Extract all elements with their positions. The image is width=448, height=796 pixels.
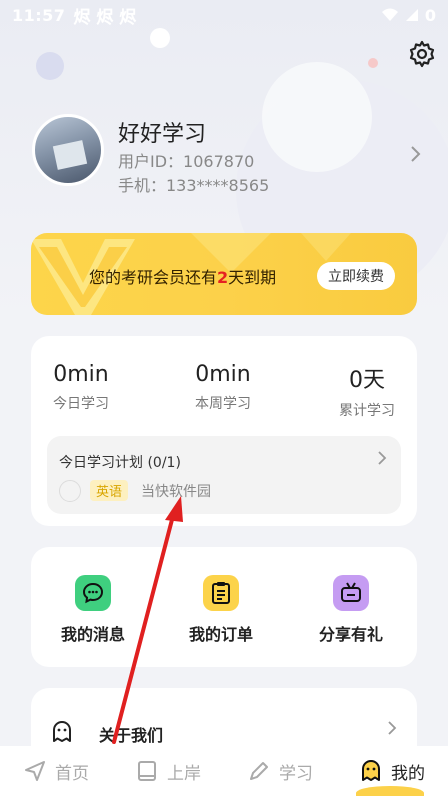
- status-notification-icons: 烬 烬 烬: [73, 7, 137, 28]
- stat-value: 0天: [349, 368, 385, 393]
- status-bar: 11:57 烬 烬 烬 0: [0, 0, 448, 30]
- book-icon: [138, 761, 156, 781]
- tv-gift-icon: [333, 575, 369, 611]
- message-icon: [75, 575, 111, 611]
- my-messages-button[interactable]: 我的消息: [43, 575, 143, 645]
- status-right-icons: 0: [381, 6, 436, 25]
- stat-total: 0天 累计学习: [307, 362, 427, 420]
- decor-circle: [150, 28, 170, 48]
- avatar-image-detail: [52, 140, 88, 170]
- send-icon: [25, 761, 45, 781]
- today-plan[interactable]: 今日学习计划 (0/1) 英语 当快软件园: [47, 436, 401, 514]
- vip-expiry-text: 您的考研会员还有2天到期: [89, 264, 276, 288]
- actions-card: 我的消息 我的订单 分享有礼: [31, 547, 417, 667]
- share-gift-button[interactable]: 分享有礼: [301, 575, 401, 645]
- menu-item-about[interactable]: 关于我们: [51, 720, 397, 745]
- profile-user-id: 用户ID：1067870: [118, 152, 255, 171]
- menu-item-label: 关于我们: [99, 726, 164, 745]
- vip-text-after: 天到期: [228, 268, 277, 287]
- tab-label: 上岸: [167, 763, 201, 784]
- wifi-icon: [381, 8, 398, 21]
- battery-level: 0: [424, 5, 436, 25]
- profile-name: 好好学习: [118, 122, 207, 147]
- tab-home[interactable]: 首页: [0, 746, 112, 796]
- clipboard-icon: [203, 575, 239, 611]
- stat-label: 本周学习: [195, 396, 251, 412]
- active-tab-indicator: [356, 786, 424, 796]
- status-time: 11:57: [12, 5, 66, 25]
- renew-button[interactable]: 立即续费: [317, 262, 395, 290]
- chevron-right-icon: [377, 450, 387, 469]
- ghost-icon: [362, 760, 380, 781]
- tab-landing[interactable]: 上岸: [112, 746, 224, 796]
- vip-banner[interactable]: 您的考研会员还有2天到期 立即续费: [31, 233, 417, 315]
- tab-label: 首页: [55, 763, 89, 784]
- profile-section[interactable]: 好好学习 用户ID：1067870 手机：133****8565: [32, 114, 422, 195]
- stat-value: 0min: [53, 362, 109, 387]
- plan-subject-tag: 英语: [90, 480, 129, 501]
- chevron-right-icon: [410, 144, 422, 168]
- stat-week: 0min 本周学习: [163, 362, 283, 413]
- stat-value: 0min: [195, 362, 251, 387]
- profile-phone: 手机：133****8565: [118, 176, 270, 195]
- avatar[interactable]: [32, 114, 104, 186]
- gear-icon: [409, 40, 435, 68]
- plan-subtitle: 当快软件园: [141, 484, 211, 500]
- stat-today: 0min 今日学习: [21, 362, 141, 413]
- settings-button[interactable]: [408, 40, 436, 68]
- tab-study[interactable]: 学习: [224, 746, 336, 796]
- ghost-outline-icon: [53, 721, 71, 742]
- chevron-right-icon: [387, 720, 397, 741]
- vip-days-remaining: 2: [217, 268, 229, 287]
- stats-card: 0min 今日学习 0min 本周学习 0天 累计学习 今日学习计划 (0/1)…: [31, 336, 417, 526]
- decor-circle: [36, 52, 64, 80]
- pen-icon: [250, 762, 268, 780]
- plan-checkbox[interactable]: [59, 480, 81, 502]
- decor-circle: [368, 58, 378, 68]
- signal-icon: [405, 9, 418, 21]
- vip-text-before: 您的考研会员还有: [89, 268, 218, 287]
- tab-label: 我的: [391, 763, 425, 784]
- stat-label: 今日学习: [53, 396, 109, 412]
- my-orders-button[interactable]: 我的订单: [171, 575, 271, 645]
- stat-label: 累计学习: [339, 403, 395, 419]
- action-label: 我的订单: [188, 625, 253, 644]
- action-label: 分享有礼: [318, 625, 383, 644]
- tab-label: 学习: [279, 763, 313, 784]
- plan-title: 今日学习计划 (0/1): [59, 455, 181, 471]
- action-label: 我的消息: [60, 625, 125, 644]
